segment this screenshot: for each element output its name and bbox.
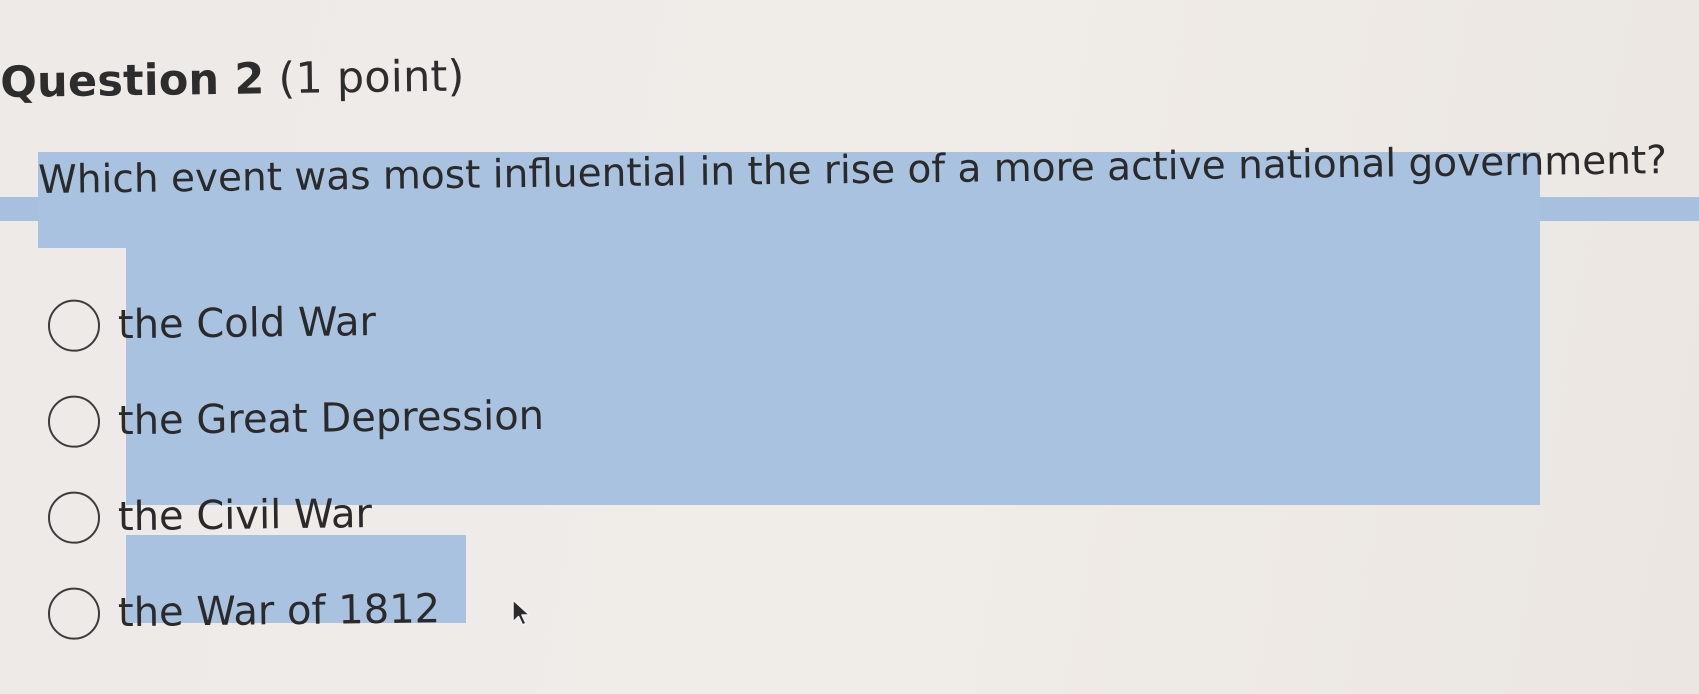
answer-option[interactable]: the Great Depression bbox=[47, 368, 544, 470]
answer-options: the Cold War the Great Depression the Ci… bbox=[47, 278, 544, 662]
answer-option-label[interactable]: the Cold War bbox=[118, 299, 376, 348]
radio-unchecked-icon[interactable] bbox=[47, 491, 101, 544]
radio-unchecked-icon[interactable] bbox=[47, 299, 101, 352]
question-heading: Question 2 (1 point) bbox=[0, 52, 465, 108]
question-title: Question 2 bbox=[0, 54, 265, 108]
answer-option[interactable]: the Cold War bbox=[47, 272, 544, 374]
question-points: (1 point) bbox=[278, 51, 465, 105]
answer-option[interactable]: the War of 1812 bbox=[47, 560, 544, 662]
answer-option-label[interactable]: the Great Depression bbox=[118, 393, 545, 444]
radio-unchecked-icon[interactable] bbox=[47, 395, 101, 448]
mouse-pointer-icon bbox=[512, 599, 531, 626]
radio-unchecked-icon[interactable] bbox=[47, 587, 101, 640]
answer-option[interactable]: the Civil War bbox=[47, 464, 544, 566]
answer-option-label[interactable]: the Civil War bbox=[118, 491, 373, 540]
answer-option-label[interactable]: the War of 1812 bbox=[118, 586, 441, 636]
